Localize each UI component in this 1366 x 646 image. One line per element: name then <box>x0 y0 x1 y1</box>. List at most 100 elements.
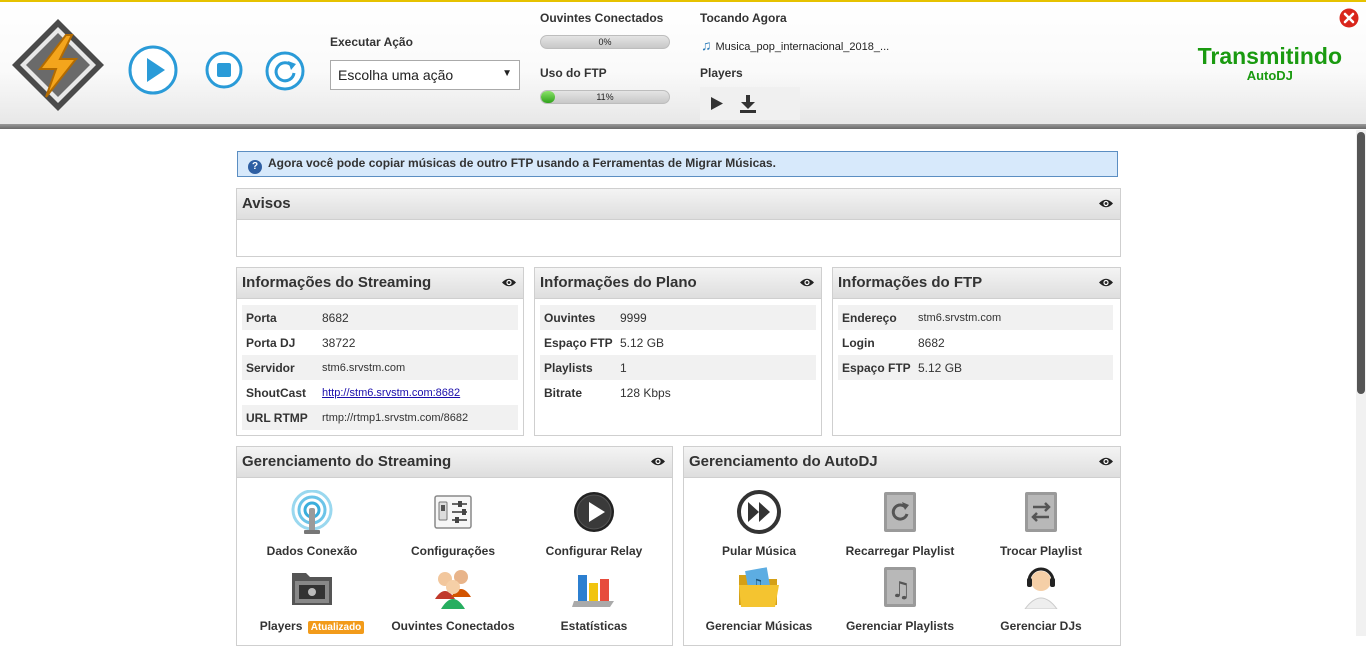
app-logo-icon <box>12 19 104 111</box>
row-key: Espaço FTP <box>842 361 911 375</box>
relay-play-icon <box>574 492 614 532</box>
playlist-note-icon: ♫ <box>884 567 916 607</box>
ftp-info-panel: Informações do FTP Endereço stm6.srvstm.… <box>832 267 1121 436</box>
info-row-porta: Porta 8682 <box>242 305 518 330</box>
tile-players[interactable]: Players Atualizado <box>242 565 382 634</box>
media-folder-icon <box>292 573 332 605</box>
dj-headset-icon <box>1024 567 1058 610</box>
stream-mgmt-title: Gerenciamento do Streaming <box>242 453 452 470</box>
avisos-panel-header[interactable]: Avisos <box>237 189 1120 220</box>
tile-trocar-playlist[interactable]: Trocar Playlist <box>971 490 1111 558</box>
row-value: 9999 <box>620 311 647 325</box>
ftp-usage-label: Uso do FTP <box>540 66 607 80</box>
listeners-progress-text: 0% <box>598 37 612 47</box>
play-button[interactable] <box>127 44 179 96</box>
tile-gerenciar-djs[interactable]: Gerenciar DJs <box>971 565 1111 633</box>
info-row-espaco-ftp: Espaço FTP 5.12 GB <box>540 330 816 355</box>
tile-label: Pular Música <box>721 544 797 558</box>
autodj-mgmt-header[interactable]: Gerenciamento do AutoDJ <box>684 447 1120 478</box>
streaming-info-header[interactable]: Informações do Streaming <box>237 268 523 299</box>
tile-recarregar-playlist[interactable]: Recarregar Playlist <box>830 490 970 558</box>
row-key: Ouvintes <box>544 311 596 325</box>
ftp-usage-progress: 11% <box>540 90 670 104</box>
eye-icon[interactable] <box>1098 198 1114 209</box>
tile-gerenciar-playlists[interactable]: ♫ Gerenciar Playlists <box>830 565 970 633</box>
row-key: Endereço <box>842 311 897 325</box>
action-label: Executar Ação <box>330 35 413 49</box>
streaming-info-panel: Informações do Streaming Porta 8682 Port… <box>236 267 524 436</box>
tile-label: Players <box>259 619 303 633</box>
autodj-mgmt-panel: Gerenciamento do AutoDJ Pular Música Rec… <box>683 446 1121 646</box>
row-value: 8682 <box>322 311 349 325</box>
ftp-usage-progress-text: 11% <box>596 92 614 102</box>
close-icon[interactable] <box>1339 8 1359 28</box>
streaming-status: Transmitindo AutoDJ <box>1198 43 1342 83</box>
tile-pular-musica[interactable]: Pular Música <box>689 490 829 558</box>
row-key: Porta <box>246 311 277 325</box>
tile-label: Trocar Playlist <box>999 544 1083 558</box>
info-row-servidor: Servidor stm6.srvstm.com <box>242 355 518 380</box>
info-row-url-rtmp: URL RTMP rtmp://rtmp1.srvstm.com/8682 <box>242 405 518 430</box>
eye-icon[interactable] <box>501 277 517 288</box>
action-select-value: Escolha uma ação <box>338 67 454 83</box>
action-select[interactable]: Escolha uma ação ▼ <box>330 60 520 90</box>
row-value: stm6.srvstm.com <box>322 362 406 374</box>
row-key: Espaço FTP <box>544 336 613 350</box>
eye-icon[interactable] <box>799 277 815 288</box>
avisos-title: Avisos <box>242 195 291 212</box>
stop-button[interactable] <box>204 50 244 90</box>
plan-info-title: Informações do Plano <box>540 274 697 291</box>
row-value: 5.12 GB <box>918 361 963 375</box>
chevron-down-icon: ▼ <box>502 68 512 79</box>
reload-playlist-icon <box>884 492 916 532</box>
tile-ouvintes-conectados[interactable]: Ouvintes Conectados <box>383 565 523 633</box>
avisos-panel: Avisos <box>236 188 1121 257</box>
row-key: Porta DJ <box>246 336 296 350</box>
tile-estatisticas[interactable]: Estatísticas <box>524 565 664 633</box>
restart-button[interactable] <box>264 50 306 92</box>
row-key: Bitrate <box>544 386 583 400</box>
eye-icon[interactable] <box>1098 277 1114 288</box>
row-value: 38722 <box>322 336 356 350</box>
tile-gerenciar-musicas[interactable]: ♫ Gerenciar Músicas <box>689 565 829 633</box>
info-row-ouvintes: Ouvintes 9999 <box>540 305 816 330</box>
listeners-progress: 0% <box>540 35 670 49</box>
row-key: Login <box>842 336 875 350</box>
page-scrollbar[interactable] <box>1356 130 1366 636</box>
eye-icon[interactable] <box>1098 456 1114 467</box>
updated-badge: Atualizado <box>307 621 365 634</box>
info-row-shoutcast: ShoutCast http://stm6.srvstm.com:8682 <box>242 380 518 405</box>
player-play-icon[interactable] <box>710 96 724 111</box>
tile-dados-conexao[interactable]: Dados Conexão <box>242 489 382 558</box>
row-value: 5.12 GB <box>620 336 665 350</box>
now-playing-track-title: Musica_pop_internacional_2018_... <box>715 41 890 53</box>
tile-label: Configurações <box>410 544 495 558</box>
player-download-icon[interactable] <box>739 94 757 113</box>
tile-label: Recarregar Playlist <box>845 544 955 558</box>
players-label: Players <box>700 66 743 80</box>
stream-mgmt-header[interactable]: Gerenciamento do Streaming <box>237 447 672 478</box>
bar-chart-icon <box>572 575 614 607</box>
scrollbar-thumb[interactable] <box>1357 132 1365 394</box>
info-row-endereco: Endereço stm6.srvstm.com <box>838 305 1113 330</box>
info-banner-text: Agora você pode copiar músicas de outro … <box>268 156 776 170</box>
tile-configurar-relay[interactable]: Configurar Relay <box>524 490 664 558</box>
eye-icon[interactable] <box>650 456 666 467</box>
now-playing-label: Tocando Agora <box>700 11 787 25</box>
row-key: Playlists <box>544 361 593 375</box>
tile-label: Dados Conexão <box>266 544 358 558</box>
plan-info-panel: Informações do Plano Ouvintes 9999 Espaç… <box>534 267 822 436</box>
shoutcast-link[interactable]: http://stm6.srvstm.com:8682 <box>322 387 460 399</box>
plan-info-header[interactable]: Informações do Plano <box>535 268 821 299</box>
ftp-info-header[interactable]: Informações do FTP <box>833 268 1120 299</box>
tile-label: Configurar Relay <box>545 544 643 558</box>
users-group-icon <box>435 570 471 609</box>
question-icon: ? <box>248 160 262 174</box>
row-value: 128 Kbps <box>620 386 671 400</box>
status-line1: Transmitindo <box>1197 43 1342 69</box>
skip-forward-icon <box>737 490 781 534</box>
header-divider <box>0 124 1366 129</box>
tile-configuracoes[interactable]: Configurações <box>383 490 523 558</box>
row-value: rtmp://rtmp1.srvstm.com/8682 <box>322 412 469 424</box>
row-value: 8682 <box>918 336 945 350</box>
